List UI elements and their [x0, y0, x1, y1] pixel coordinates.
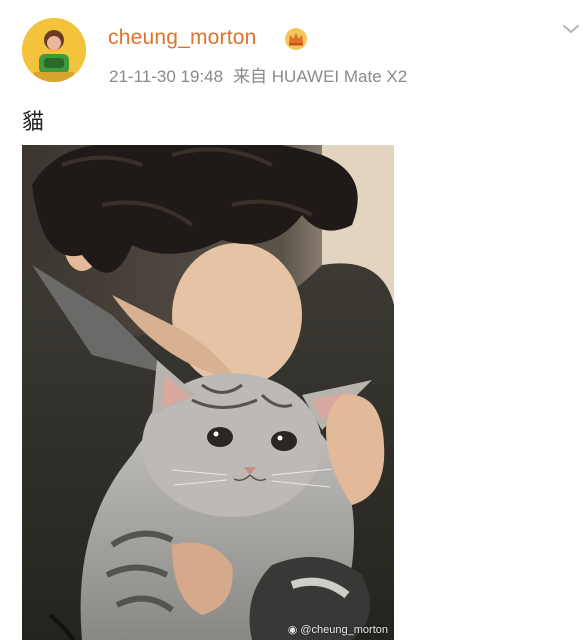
post-text: 貓 — [22, 110, 45, 135]
post-timestamp: 21-11-30 19:48 — [109, 67, 224, 86]
post-meta: 21-11-30 19:48 来自 HUAWEI Mate X2 — [109, 62, 407, 87]
username[interactable]: cheung_morton — [108, 26, 257, 50]
post-device: 来自 HUAWEI Mate X2 — [233, 67, 408, 86]
post-image[interactable]: ◉ @cheung_morton — [22, 145, 394, 640]
avatar[interactable] — [22, 18, 86, 82]
image-watermark: ◉ @cheung_morton — [288, 623, 388, 636]
chevron-down-icon[interactable] — [562, 22, 580, 36]
crown-badge-icon — [284, 27, 308, 51]
watermark-text: @cheung_morton — [300, 624, 388, 636]
weibo-logo-icon: ◉ — [287, 624, 301, 636]
